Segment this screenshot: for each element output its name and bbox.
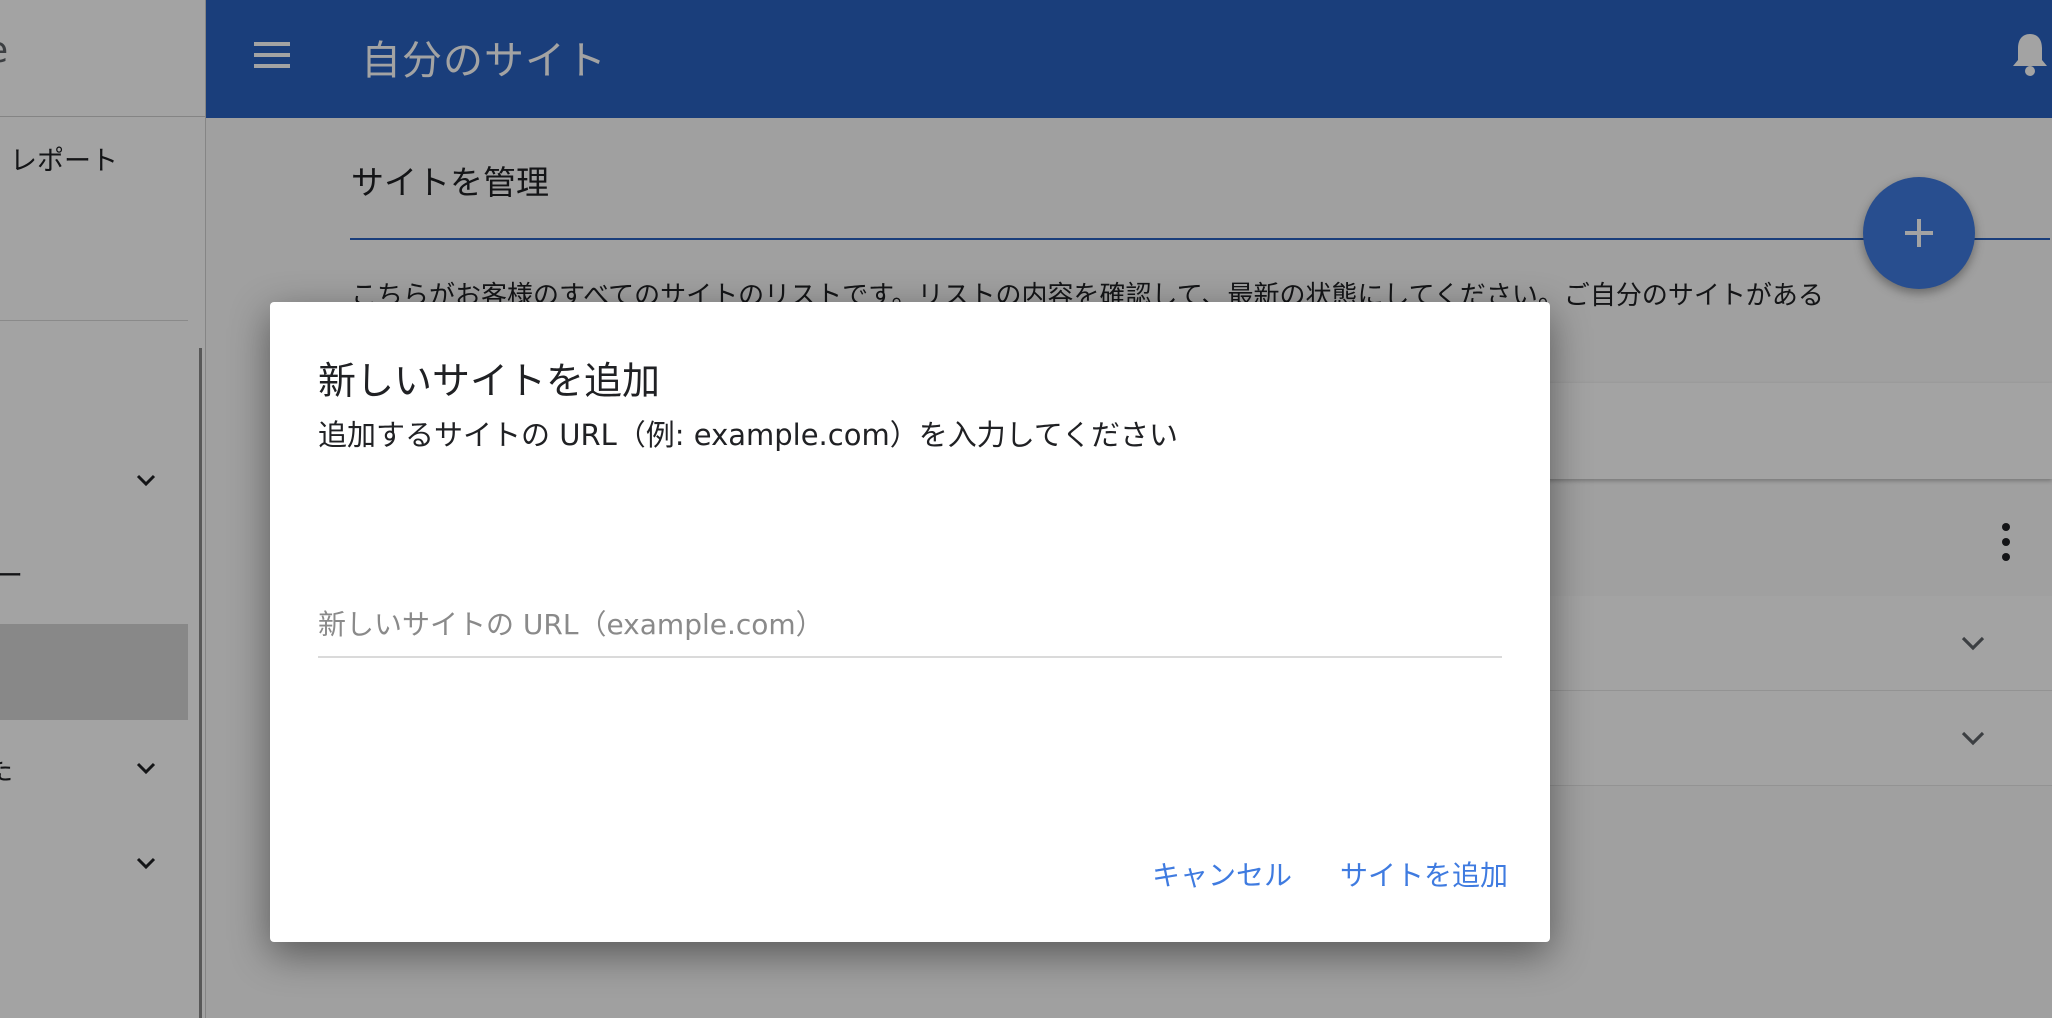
site-url-input[interactable] (318, 592, 1502, 658)
dialog-title: 新しいサイトを追加 (318, 359, 661, 403)
cancel-button[interactable]: キャンセル (1146, 850, 1298, 898)
add-site-button[interactable]: サイトを追加 (1334, 850, 1514, 898)
add-site-dialog: 新しいサイトを追加 追加するサイトの URL（例: example.com）を入… (270, 302, 1550, 942)
dialog-subtitle: 追加するサイトの URL（例: example.com）を入力してください (318, 418, 1178, 452)
